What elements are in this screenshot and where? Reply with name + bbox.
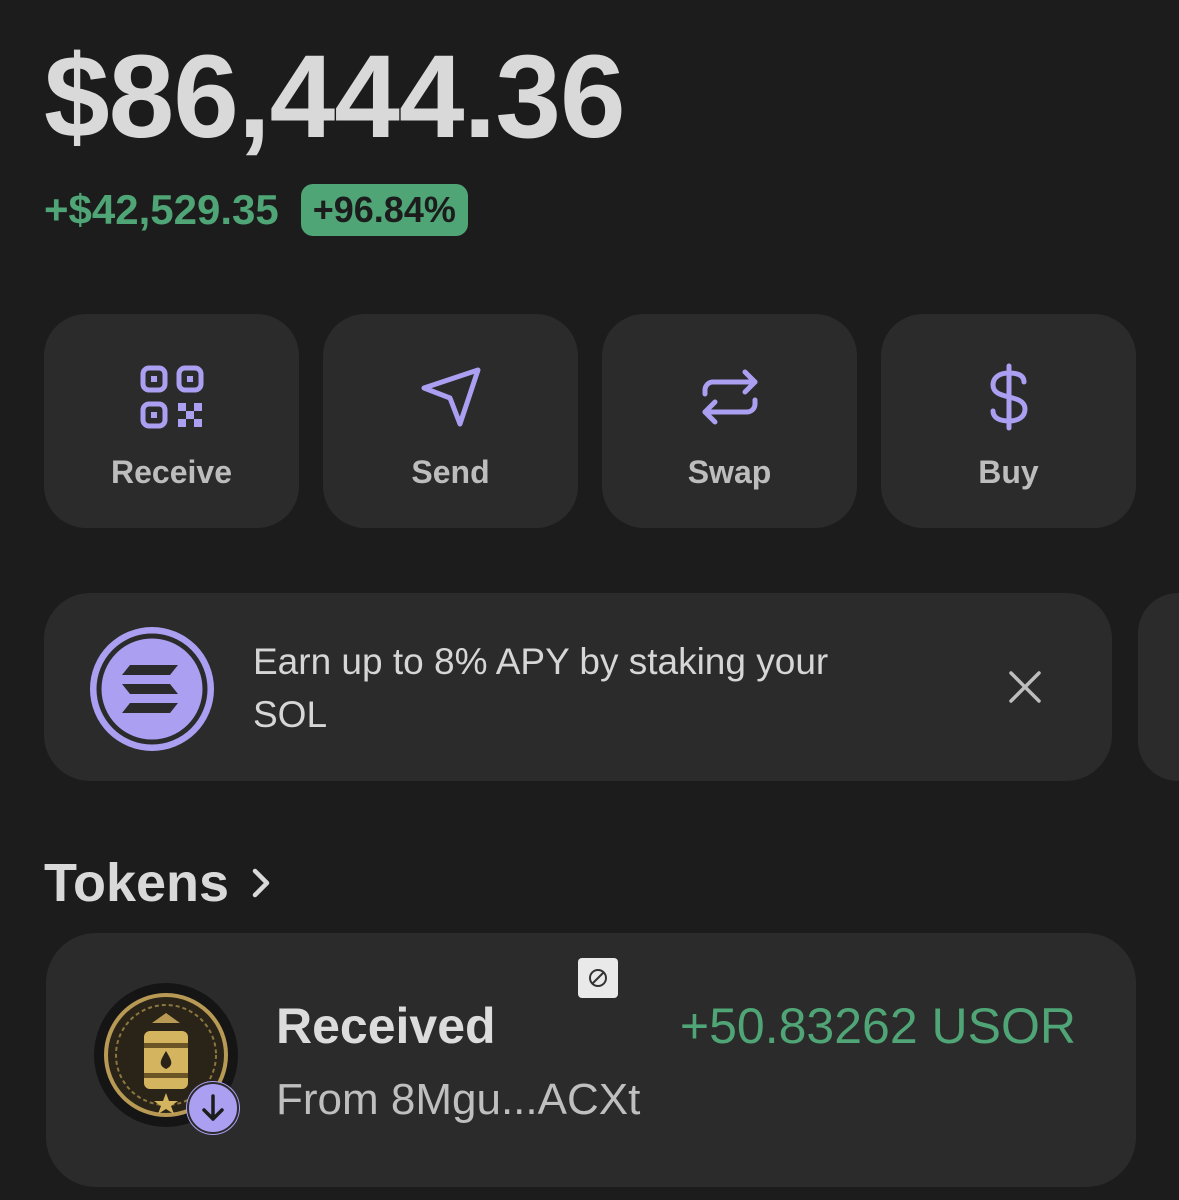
action-buttons: Receive Send Swap Buy [44, 314, 1136, 528]
buy-button[interactable]: Buy [881, 314, 1136, 528]
send-icon [421, 367, 480, 427]
wallet-balance: $86,444.36 [44, 31, 626, 163]
arrow-down-icon [186, 1081, 240, 1135]
send-label: Send [411, 454, 490, 490]
change-amount: +$42,529.35 [44, 186, 279, 233]
receive-label: Receive [111, 454, 232, 490]
banner-text: Earn up to 8% APY by staking your SOL [253, 641, 829, 735]
solana-logo-icon [90, 627, 214, 751]
change-percent-badge: +96.84% [300, 184, 468, 236]
chevron-right-icon [252, 868, 270, 898]
activity-row[interactable]: Received From 8Mgu...ACXt +50.83262 USOR [46, 933, 1136, 1187]
next-banner-card[interactable] [1138, 593, 1179, 781]
hidden-icon [589, 969, 607, 987]
close-icon[interactable] [1007, 669, 1043, 705]
balance-change: +$42,529.35 +96.84% [44, 183, 468, 237]
send-button[interactable]: Send [323, 314, 578, 528]
tokens-section-header[interactable]: Tokens [44, 852, 275, 914]
swap-icon [702, 369, 757, 425]
dollar-icon [990, 363, 1027, 431]
activity-amount: +50.83262 USOR [679, 998, 1076, 1054]
activity-subtitle: From 8Mgu...ACXt [276, 1075, 641, 1124]
tokens-title: Tokens [44, 853, 230, 913]
swap-button[interactable]: Swap [602, 314, 857, 528]
hidden-token-badge [578, 958, 618, 998]
buy-label: Buy [978, 454, 1039, 490]
qr-code-icon [140, 365, 203, 429]
staking-banner[interactable]: Earn up to 8% APY by staking your SOL [44, 593, 1112, 781]
activity-title: Received [276, 998, 496, 1054]
swap-label: Swap [687, 454, 772, 490]
receive-button[interactable]: Receive [44, 314, 299, 528]
